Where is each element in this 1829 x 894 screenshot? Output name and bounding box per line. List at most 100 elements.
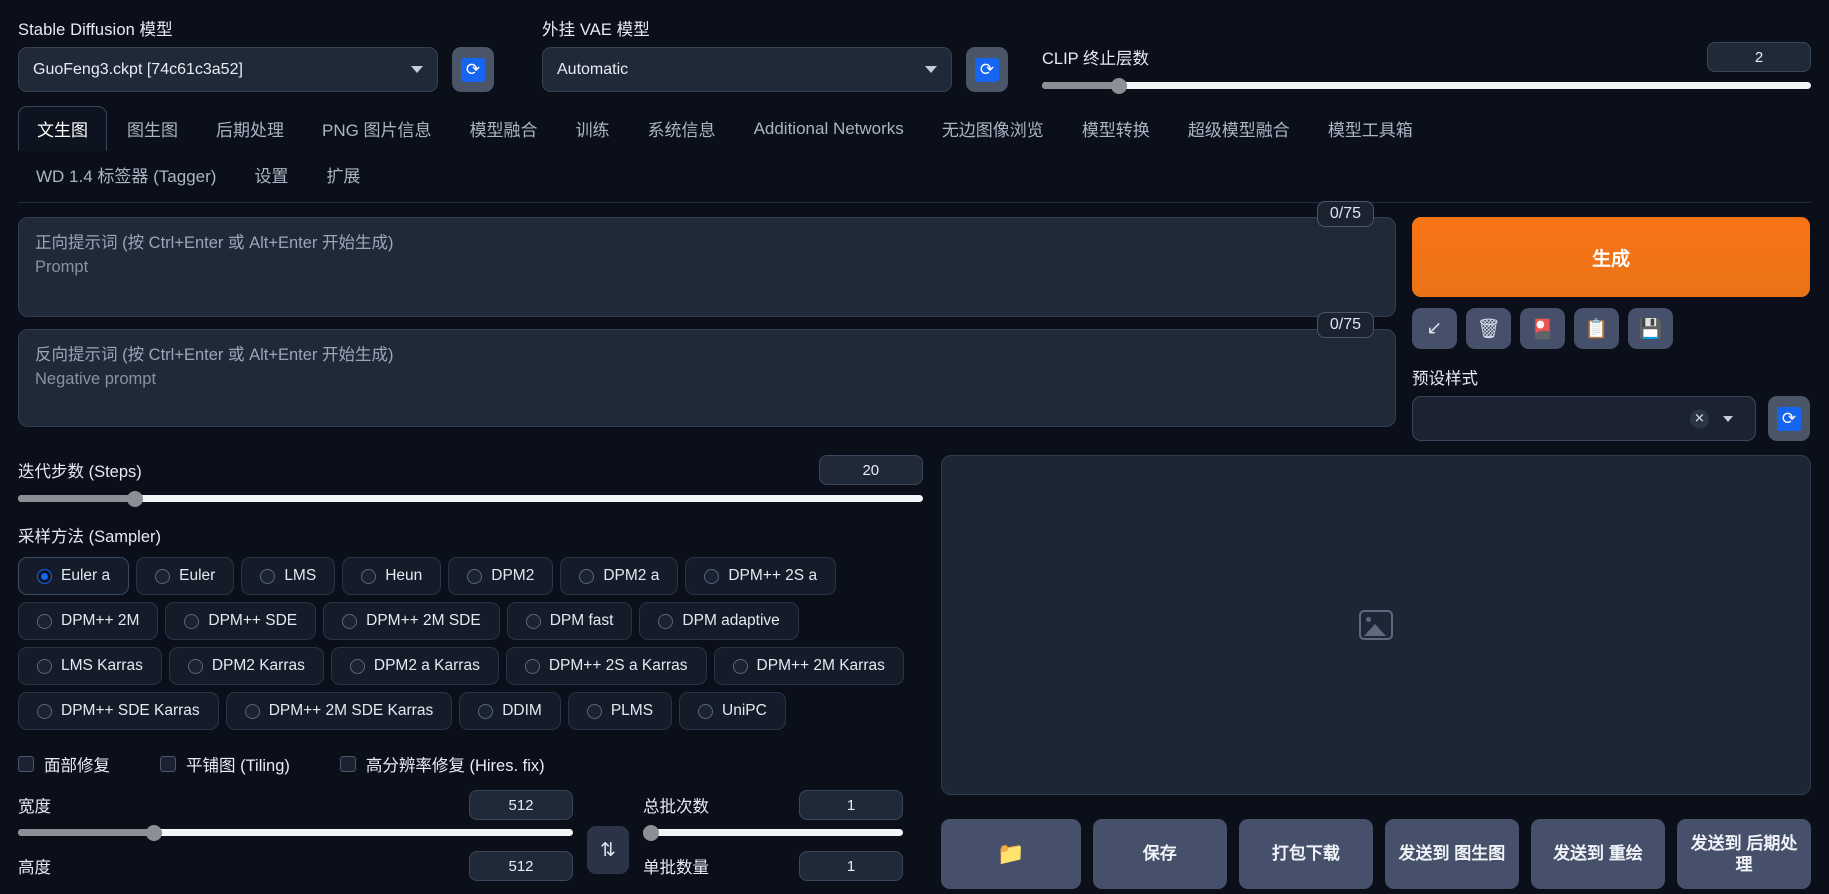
sampler-dpmpp-2s-a-karras[interactable]: DPM++ 2S a Karras (505, 647, 707, 685)
styles-row: ✕ ⟳ (1412, 396, 1810, 441)
tab-super-merger[interactable]: 超级模型融合 (1170, 107, 1308, 150)
sampler-dpm2-a[interactable]: DPM2 a (560, 557, 679, 595)
checkbox-icon (18, 756, 34, 772)
negative-prompt-placeholder: 反向提示词 (按 Ctrl+Enter 或 Alt+Enter 开始生成) (35, 346, 394, 364)
restore-faces-checkbox[interactable]: 面部修复 (18, 752, 110, 776)
refresh-models-button[interactable]: ⟳ (452, 47, 494, 92)
steps-input[interactable]: 20 (818, 455, 923, 485)
refresh-icon: ⟳ (1777, 406, 1801, 431)
save-button[interactable]: 保存 (1092, 819, 1227, 889)
slider-knob[interactable] (643, 825, 659, 841)
sampler-ddim[interactable]: DDIM (459, 692, 561, 730)
refresh-vae-button[interactable]: ⟳ (966, 47, 1008, 92)
restore-progress-button[interactable]: ↙ (1412, 308, 1457, 349)
sampler-dpm2-a-karras[interactable]: DPM2 a Karras (330, 647, 499, 685)
sampler-dpmpp-2s-a[interactable]: DPM++ 2S a (685, 557, 837, 595)
batch-count-input[interactable]: 1 (799, 790, 903, 820)
tab-extras[interactable]: 后期处理 (198, 107, 302, 150)
sampler-dpm-fast[interactable]: DPM fast (506, 602, 633, 640)
send-to-inpaint-button[interactable]: 发送到 重绘 (1530, 819, 1665, 889)
batch-count-slider[interactable] (643, 825, 903, 841)
send-to-img2img-button[interactable]: 发送到 图生图 (1384, 819, 1519, 889)
sampler-dpm2-karras[interactable]: DPM2 Karras (168, 647, 324, 685)
sampler-dpmpp-2m-sde-karras[interactable]: DPM++ 2M SDE Karras (225, 692, 453, 730)
sampler-label-text: DPM++ 2M (61, 612, 140, 629)
sampler-label-text: DPM++ 2M SDE Karras (268, 702, 434, 719)
sampler-plms[interactable]: PLMS (567, 692, 673, 730)
sampler-label-text: DPM++ 2S a (728, 567, 818, 584)
clip-skip-slider[interactable] (1042, 78, 1811, 94)
sampler-euler[interactable]: Euler (136, 557, 235, 595)
tab-png-info[interactable]: PNG 图片信息 (304, 107, 450, 150)
show-extra-networks-button[interactable]: 🎴 (1520, 308, 1565, 349)
tab-additional-networks[interactable]: Additional Networks (736, 110, 922, 148)
refresh-styles-button[interactable]: ⟳ (1768, 396, 1810, 441)
save-style-button[interactable]: 💾 (1628, 308, 1673, 349)
clear-prompt-button[interactable]: 🗑 (1466, 308, 1511, 349)
swap-dimensions-button[interactable]: ⇅ (587, 826, 629, 874)
sampler-dpmpp-sde-karras[interactable]: DPM++ SDE Karras (18, 692, 219, 730)
tab-train[interactable]: 训练 (558, 107, 628, 150)
clip-skip-input[interactable]: 2 (1707, 42, 1811, 72)
styles-dropdown[interactable]: ✕ (1412, 396, 1756, 441)
swap-icon: ⇅ (600, 839, 616, 861)
steps-row: 迭代步数 (Steps) 20 (18, 455, 923, 485)
negative-prompt-input[interactable]: 反向提示词 (按 Ctrl+Enter 或 Alt+Enter 开始生成) Ne… (18, 329, 1396, 427)
image-preview-area[interactable] (940, 455, 1811, 795)
height-input[interactable]: 512 (469, 851, 573, 881)
sampler-label-text: Heun (385, 567, 423, 584)
tab-infinite-image-browsing[interactable]: 无边图像浏览 (924, 107, 1062, 150)
steps-slider[interactable] (18, 491, 923, 507)
sd-model-value: GuoFeng3.ckpt [74c61c3a52] (33, 60, 243, 78)
zip-download-button[interactable]: 打包下载 (1238, 819, 1373, 889)
tab-txt2img[interactable]: 文生图 (18, 106, 107, 151)
tab-img2img[interactable]: 图生图 (109, 107, 196, 150)
tabs-row-2: WD 1.4 标签器 (Tagger) 设置 扩展 (18, 153, 1811, 196)
sampler-heun[interactable]: Heun (342, 557, 442, 595)
positive-prompt-input[interactable]: 正向提示词 (按 Ctrl+Enter 或 Alt+Enter 开始生成) Pr… (18, 217, 1396, 317)
sampler-label-text: LMS (284, 567, 317, 584)
width-slider[interactable] (18, 825, 573, 841)
slider-knob[interactable] (126, 491, 143, 507)
slider-knob[interactable] (1111, 78, 1128, 94)
sampler-dpm2[interactable]: DPM2 (448, 557, 554, 595)
tiling-checkbox[interactable]: 平铺图 (Tiling) (160, 752, 290, 776)
sampler-dpmpp-2m[interactable]: DPM++ 2M (18, 602, 159, 640)
sd-model-dropdown[interactable]: GuoFeng3.ckpt [74c61c3a52] (18, 47, 438, 92)
batch-size-input[interactable]: 1 (799, 851, 903, 881)
dimensions-row: 宽度 512 高度 512 ⇅ 总批次数 1 单批数量 1 (18, 790, 923, 889)
tabs-row-1: 文生图 图生图 后期处理 PNG 图片信息 模型融合 训练 系统信息 Addit… (18, 106, 1811, 151)
sampler-dpm-adaptive[interactable]: DPM adaptive (639, 602, 799, 640)
open-folder-button[interactable]: 📁 (940, 819, 1081, 889)
tab-checkpoint-merger[interactable]: 模型融合 (452, 107, 556, 150)
sampler-label-text: DPM++ 2M SDE (366, 612, 481, 629)
sampler-dpmpp-sde[interactable]: DPM++ SDE (165, 602, 317, 640)
send-to-extras-button[interactable]: 发送到 后期处理 (1676, 819, 1811, 889)
image-placeholder-icon (1358, 610, 1393, 640)
sampler-dpmpp-2m-karras[interactable]: DPM++ 2M Karras (713, 647, 904, 685)
sampler-dpmpp-2m-sde[interactable]: DPM++ 2M SDE (323, 602, 500, 640)
tab-model-converter[interactable]: 模型转换 (1064, 107, 1168, 150)
tab-settings[interactable]: 设置 (236, 153, 306, 196)
sampler-lms[interactable]: LMS (241, 557, 336, 595)
sampler-unipc[interactable]: UniPC (679, 692, 786, 730)
positive-prompt-row: 0/75 正向提示词 (按 Ctrl+Enter 或 Alt+Enter 开始生… (18, 201, 1396, 317)
tab-tagger[interactable]: WD 1.4 标签器 (Tagger) (18, 153, 234, 196)
slider-knob[interactable] (145, 825, 162, 841)
generate-button[interactable]: 生成 (1412, 217, 1810, 297)
hires-fix-checkbox[interactable]: 高分辨率修复 (Hires. fix) (339, 752, 545, 776)
clear-icon[interactable]: ✕ (1690, 409, 1709, 428)
tab-model-toolkit[interactable]: 模型工具箱 (1310, 107, 1431, 150)
sampler-lms-karras[interactable]: LMS Karras (18, 647, 162, 685)
sampler-euler-a[interactable]: Euler a (18, 557, 130, 595)
width-input[interactable]: 512 (469, 790, 573, 820)
tab-extensions[interactable]: 扩展 (308, 153, 378, 196)
restore-arrow-icon: ↙ (1426, 318, 1443, 339)
sampler-label-text: DPM2 a (603, 567, 660, 584)
vae-model-dropdown[interactable]: Automatic (542, 47, 952, 92)
sampler-row: DPM++ 2M DPM++ SDE DPM++ 2M SDE DPM fast… (18, 602, 923, 640)
tab-system-info[interactable]: 系统信息 (630, 107, 734, 150)
clip-skip-group: CLIP 终止层数 2 (1008, 42, 1811, 94)
sampler-label: 采样方法 (Sampler) (18, 528, 162, 546)
apply-style-button[interactable]: 📋 (1574, 308, 1619, 349)
